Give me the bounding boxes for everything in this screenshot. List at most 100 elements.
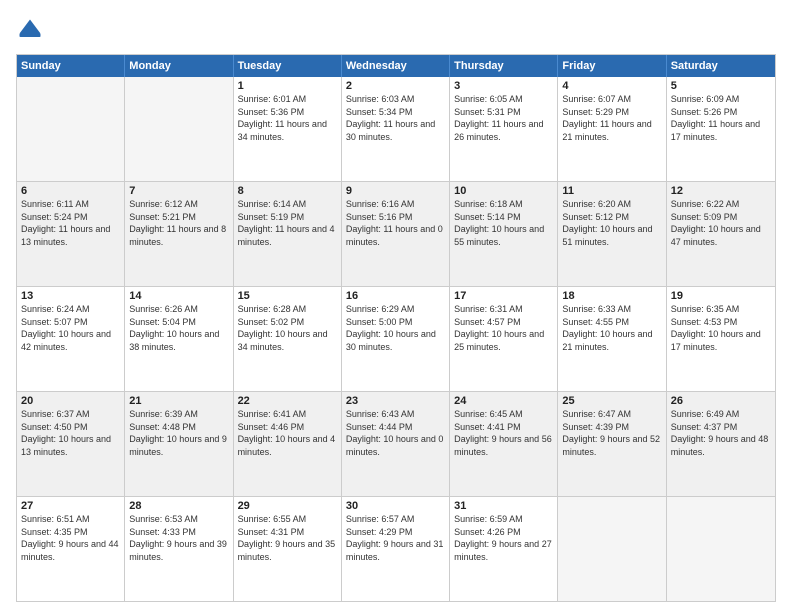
day-info: Sunrise: 6:26 AM Sunset: 5:04 PM Dayligh… bbox=[129, 303, 228, 353]
calendar-cell: 31Sunrise: 6:59 AM Sunset: 4:26 PM Dayli… bbox=[450, 497, 558, 601]
calendar-row-1: 1Sunrise: 6:01 AM Sunset: 5:36 PM Daylig… bbox=[17, 77, 775, 182]
calendar-row-5: 27Sunrise: 6:51 AM Sunset: 4:35 PM Dayli… bbox=[17, 497, 775, 601]
day-number: 27 bbox=[21, 500, 120, 512]
calendar-cell: 12Sunrise: 6:22 AM Sunset: 5:09 PM Dayli… bbox=[667, 182, 775, 286]
day-number: 11 bbox=[562, 185, 661, 197]
calendar-cell: 19Sunrise: 6:35 AM Sunset: 4:53 PM Dayli… bbox=[667, 287, 775, 391]
day-number: 13 bbox=[21, 290, 120, 302]
calendar-cell: 28Sunrise: 6:53 AM Sunset: 4:33 PM Dayli… bbox=[125, 497, 233, 601]
day-number: 4 bbox=[562, 80, 661, 92]
calendar-body: 1Sunrise: 6:01 AM Sunset: 5:36 PM Daylig… bbox=[17, 77, 775, 601]
calendar-cell: 17Sunrise: 6:31 AM Sunset: 4:57 PM Dayli… bbox=[450, 287, 558, 391]
day-number: 1 bbox=[238, 80, 337, 92]
day-number: 26 bbox=[671, 395, 771, 407]
day-info: Sunrise: 6:18 AM Sunset: 5:14 PM Dayligh… bbox=[454, 198, 553, 248]
calendar-cell: 14Sunrise: 6:26 AM Sunset: 5:04 PM Dayli… bbox=[125, 287, 233, 391]
calendar-row-4: 20Sunrise: 6:37 AM Sunset: 4:50 PM Dayli… bbox=[17, 392, 775, 497]
day-number: 16 bbox=[346, 290, 445, 302]
day-info: Sunrise: 6:31 AM Sunset: 4:57 PM Dayligh… bbox=[454, 303, 553, 353]
day-info: Sunrise: 6:01 AM Sunset: 5:36 PM Dayligh… bbox=[238, 93, 337, 143]
day-number: 9 bbox=[346, 185, 445, 197]
day-info: Sunrise: 6:16 AM Sunset: 5:16 PM Dayligh… bbox=[346, 198, 445, 248]
header-day-friday: Friday bbox=[558, 55, 666, 77]
day-info: Sunrise: 6:43 AM Sunset: 4:44 PM Dayligh… bbox=[346, 408, 445, 458]
day-number: 31 bbox=[454, 500, 553, 512]
day-info: Sunrise: 6:41 AM Sunset: 4:46 PM Dayligh… bbox=[238, 408, 337, 458]
day-info: Sunrise: 6:07 AM Sunset: 5:29 PM Dayligh… bbox=[562, 93, 661, 143]
day-info: Sunrise: 6:55 AM Sunset: 4:31 PM Dayligh… bbox=[238, 513, 337, 563]
day-number: 17 bbox=[454, 290, 553, 302]
calendar-cell: 22Sunrise: 6:41 AM Sunset: 4:46 PM Dayli… bbox=[234, 392, 342, 496]
day-number: 25 bbox=[562, 395, 661, 407]
day-info: Sunrise: 6:05 AM Sunset: 5:31 PM Dayligh… bbox=[454, 93, 553, 143]
calendar-cell: 13Sunrise: 6:24 AM Sunset: 5:07 PM Dayli… bbox=[17, 287, 125, 391]
day-number: 23 bbox=[346, 395, 445, 407]
page: SundayMondayTuesdayWednesdayThursdayFrid… bbox=[0, 0, 792, 612]
calendar-cell: 23Sunrise: 6:43 AM Sunset: 4:44 PM Dayli… bbox=[342, 392, 450, 496]
calendar-cell: 27Sunrise: 6:51 AM Sunset: 4:35 PM Dayli… bbox=[17, 497, 125, 601]
day-number: 5 bbox=[671, 80, 771, 92]
day-info: Sunrise: 6:47 AM Sunset: 4:39 PM Dayligh… bbox=[562, 408, 661, 458]
day-info: Sunrise: 6:22 AM Sunset: 5:09 PM Dayligh… bbox=[671, 198, 771, 248]
header-day-thursday: Thursday bbox=[450, 55, 558, 77]
calendar-cell: 9Sunrise: 6:16 AM Sunset: 5:16 PM Daylig… bbox=[342, 182, 450, 286]
calendar-cell: 16Sunrise: 6:29 AM Sunset: 5:00 PM Dayli… bbox=[342, 287, 450, 391]
calendar-cell bbox=[667, 497, 775, 601]
calendar-cell: 25Sunrise: 6:47 AM Sunset: 4:39 PM Dayli… bbox=[558, 392, 666, 496]
day-info: Sunrise: 6:03 AM Sunset: 5:34 PM Dayligh… bbox=[346, 93, 445, 143]
day-info: Sunrise: 6:09 AM Sunset: 5:26 PM Dayligh… bbox=[671, 93, 771, 143]
logo bbox=[16, 16, 48, 44]
calendar-cell: 10Sunrise: 6:18 AM Sunset: 5:14 PM Dayli… bbox=[450, 182, 558, 286]
header bbox=[16, 16, 776, 44]
calendar-cell: 8Sunrise: 6:14 AM Sunset: 5:19 PM Daylig… bbox=[234, 182, 342, 286]
header-day-sunday: Sunday bbox=[17, 55, 125, 77]
calendar-cell: 3Sunrise: 6:05 AM Sunset: 5:31 PM Daylig… bbox=[450, 77, 558, 181]
calendar-cell: 18Sunrise: 6:33 AM Sunset: 4:55 PM Dayli… bbox=[558, 287, 666, 391]
calendar-cell: 26Sunrise: 6:49 AM Sunset: 4:37 PM Dayli… bbox=[667, 392, 775, 496]
header-day-monday: Monday bbox=[125, 55, 233, 77]
day-number: 10 bbox=[454, 185, 553, 197]
calendar-row-3: 13Sunrise: 6:24 AM Sunset: 5:07 PM Dayli… bbox=[17, 287, 775, 392]
day-info: Sunrise: 6:59 AM Sunset: 4:26 PM Dayligh… bbox=[454, 513, 553, 563]
header-day-tuesday: Tuesday bbox=[234, 55, 342, 77]
day-info: Sunrise: 6:49 AM Sunset: 4:37 PM Dayligh… bbox=[671, 408, 771, 458]
day-number: 24 bbox=[454, 395, 553, 407]
day-info: Sunrise: 6:29 AM Sunset: 5:00 PM Dayligh… bbox=[346, 303, 445, 353]
day-number: 28 bbox=[129, 500, 228, 512]
calendar-cell: 20Sunrise: 6:37 AM Sunset: 4:50 PM Dayli… bbox=[17, 392, 125, 496]
calendar-cell: 29Sunrise: 6:55 AM Sunset: 4:31 PM Dayli… bbox=[234, 497, 342, 601]
calendar-row-2: 6Sunrise: 6:11 AM Sunset: 5:24 PM Daylig… bbox=[17, 182, 775, 287]
day-info: Sunrise: 6:20 AM Sunset: 5:12 PM Dayligh… bbox=[562, 198, 661, 248]
day-number: 15 bbox=[238, 290, 337, 302]
day-info: Sunrise: 6:35 AM Sunset: 4:53 PM Dayligh… bbox=[671, 303, 771, 353]
calendar-cell: 21Sunrise: 6:39 AM Sunset: 4:48 PM Dayli… bbox=[125, 392, 233, 496]
header-day-wednesday: Wednesday bbox=[342, 55, 450, 77]
calendar-cell: 4Sunrise: 6:07 AM Sunset: 5:29 PM Daylig… bbox=[558, 77, 666, 181]
day-number: 18 bbox=[562, 290, 661, 302]
day-number: 3 bbox=[454, 80, 553, 92]
calendar-cell: 30Sunrise: 6:57 AM Sunset: 4:29 PM Dayli… bbox=[342, 497, 450, 601]
calendar-cell bbox=[125, 77, 233, 181]
calendar-cell bbox=[17, 77, 125, 181]
calendar-cell: 1Sunrise: 6:01 AM Sunset: 5:36 PM Daylig… bbox=[234, 77, 342, 181]
day-number: 21 bbox=[129, 395, 228, 407]
day-number: 22 bbox=[238, 395, 337, 407]
day-number: 20 bbox=[21, 395, 120, 407]
day-number: 12 bbox=[671, 185, 771, 197]
day-info: Sunrise: 6:51 AM Sunset: 4:35 PM Dayligh… bbox=[21, 513, 120, 563]
calendar-cell: 7Sunrise: 6:12 AM Sunset: 5:21 PM Daylig… bbox=[125, 182, 233, 286]
calendar: SundayMondayTuesdayWednesdayThursdayFrid… bbox=[16, 54, 776, 602]
day-info: Sunrise: 6:11 AM Sunset: 5:24 PM Dayligh… bbox=[21, 198, 120, 248]
logo-icon bbox=[16, 16, 44, 44]
calendar-cell: 5Sunrise: 6:09 AM Sunset: 5:26 PM Daylig… bbox=[667, 77, 775, 181]
day-info: Sunrise: 6:14 AM Sunset: 5:19 PM Dayligh… bbox=[238, 198, 337, 248]
calendar-cell: 15Sunrise: 6:28 AM Sunset: 5:02 PM Dayli… bbox=[234, 287, 342, 391]
day-number: 2 bbox=[346, 80, 445, 92]
day-info: Sunrise: 6:39 AM Sunset: 4:48 PM Dayligh… bbox=[129, 408, 228, 458]
day-info: Sunrise: 6:57 AM Sunset: 4:29 PM Dayligh… bbox=[346, 513, 445, 563]
calendar-cell bbox=[558, 497, 666, 601]
day-number: 7 bbox=[129, 185, 228, 197]
calendar-cell: 24Sunrise: 6:45 AM Sunset: 4:41 PM Dayli… bbox=[450, 392, 558, 496]
day-number: 6 bbox=[21, 185, 120, 197]
day-info: Sunrise: 6:37 AM Sunset: 4:50 PM Dayligh… bbox=[21, 408, 120, 458]
